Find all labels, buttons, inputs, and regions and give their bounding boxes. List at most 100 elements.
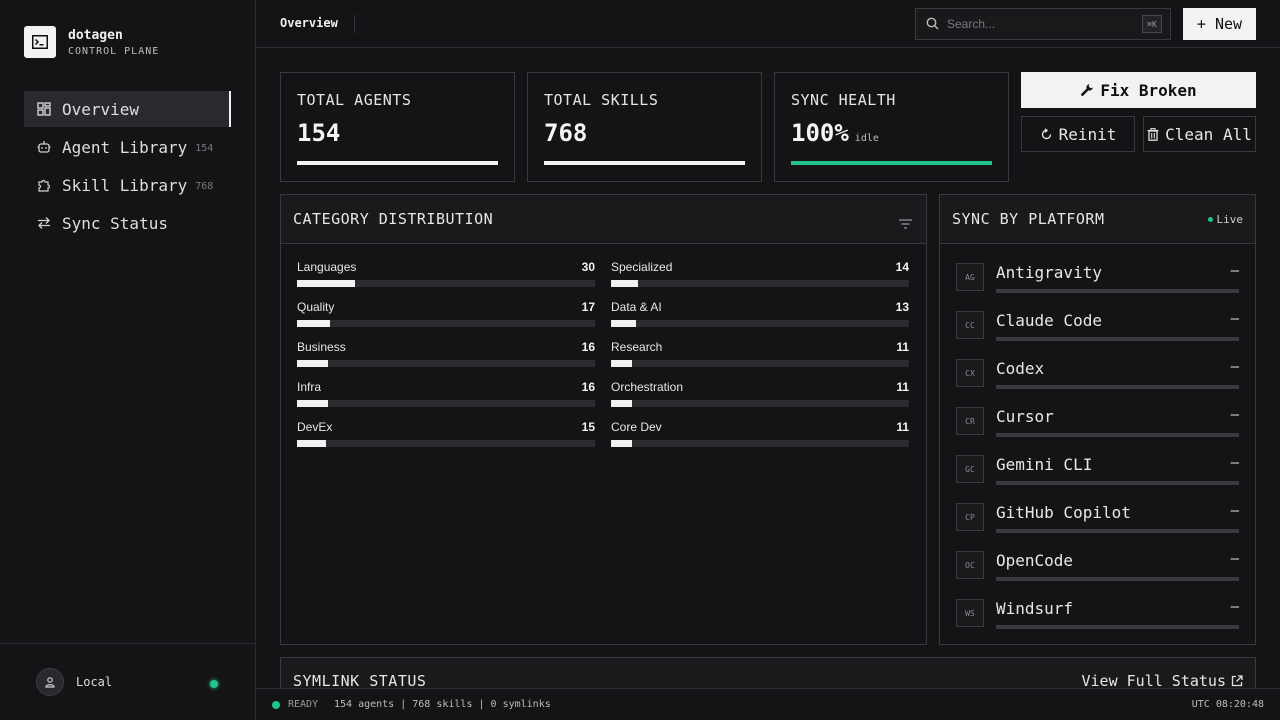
- category-count: 11: [896, 420, 909, 434]
- wrench-icon: [1080, 83, 1094, 97]
- category-count: 11: [896, 380, 909, 394]
- platform-code-badge: WS: [956, 599, 984, 627]
- category-bar-fill: [297, 320, 330, 327]
- category-name: Infra: [297, 380, 322, 394]
- search-box[interactable]: ⌘K: [915, 8, 1171, 40]
- platform-code-badge: CR: [956, 407, 984, 435]
- external-link-icon: [1231, 675, 1243, 687]
- platform-sync-bar: [996, 529, 1239, 533]
- sidebar-item-sync-status[interactable]: Sync Status: [24, 205, 231, 241]
- platform-sync-value: —: [1230, 263, 1239, 279]
- platform-name: Codex: [996, 359, 1045, 378]
- sidebar-item-label: Sync Status: [62, 213, 168, 233]
- category-bar: [297, 320, 595, 327]
- agent-count-badge: 154: [195, 143, 214, 154]
- stat-progress-bar: [791, 161, 992, 165]
- platform-row[interactable]: GC Gemini CLI —: [956, 453, 1239, 493]
- platform-row[interactable]: CP GitHub Copilot —: [956, 501, 1239, 541]
- category-bar: [297, 400, 595, 407]
- stat-progress-fill: [297, 161, 498, 165]
- platform-name: Gemini CLI: [996, 455, 1093, 474]
- platform-sync-bar: [996, 577, 1239, 581]
- platform-sync-bar: [996, 433, 1239, 437]
- platform-code-badge: AG: [956, 263, 984, 291]
- category-bar: [611, 440, 909, 447]
- stat-value: 154: [297, 119, 341, 147]
- search-icon: [926, 15, 939, 34]
- platform-code-badge: CP: [956, 503, 984, 531]
- category-count: 17: [581, 300, 595, 314]
- platform-row[interactable]: OC OpenCode —: [956, 549, 1239, 589]
- sort-icon[interactable]: [899, 214, 912, 233]
- new-button[interactable]: + New: [1183, 8, 1256, 40]
- ready-status-dot: [272, 701, 280, 709]
- status-summary: 154 agents | 768 skills | 0 symlinks: [334, 699, 551, 710]
- brand[interactable]: dotagen CONTROL PLANE: [24, 26, 159, 58]
- clean-all-button[interactable]: Clean All: [1143, 116, 1256, 152]
- platform-sync-bar: [996, 625, 1239, 629]
- page-title: Overview: [280, 16, 338, 30]
- sidebar-footer[interactable]: Local: [0, 643, 255, 720]
- platform-code-badge: OC: [956, 551, 984, 579]
- platform-name: GitHub Copilot: [996, 503, 1131, 522]
- reinit-button[interactable]: Reinit: [1021, 116, 1135, 152]
- stat-value: 768: [544, 119, 588, 147]
- search-input[interactable]: [947, 17, 1127, 31]
- category-bar-fill: [611, 440, 633, 447]
- category-count: 11: [896, 340, 909, 354]
- avatar[interactable]: [36, 668, 64, 696]
- sidebar-item-overview[interactable]: Overview: [24, 91, 231, 127]
- category-count: 15: [581, 420, 595, 434]
- sidebar-item-skill-library[interactable]: Skill Library 768: [24, 167, 231, 203]
- platform-row[interactable]: AG Antigravity —: [956, 261, 1239, 301]
- category-name: Languages: [297, 260, 357, 274]
- platform-name: OpenCode: [996, 551, 1074, 570]
- panel-title: SYNC BY PLATFORM: [952, 210, 1105, 228]
- platform-name: Antigravity: [996, 263, 1102, 282]
- category-bar: [611, 400, 909, 407]
- fix-broken-button[interactable]: Fix Broken: [1021, 72, 1256, 108]
- category-name: Quality: [297, 300, 335, 314]
- search-shortcut-badge: ⌘K: [1142, 15, 1162, 33]
- category-item: Orchestration 11: [611, 380, 909, 420]
- stat-label: SYNC HEALTH: [791, 91, 896, 109]
- platform-sync-value: —: [1230, 455, 1239, 471]
- platform-sync-bar: [996, 481, 1239, 485]
- refresh-icon: [1040, 127, 1053, 141]
- live-indicator: Live: [1207, 213, 1243, 226]
- category-bar-fill: [297, 360, 328, 367]
- platform-code-badge: GC: [956, 455, 984, 483]
- robot-icon: [36, 139, 52, 155]
- category-item: Specialized 14: [611, 260, 909, 300]
- arrows-swap-icon: [36, 215, 52, 231]
- platform-row[interactable]: WS Windsurf —: [956, 597, 1239, 637]
- reinit-label: Reinit: [1058, 124, 1117, 144]
- puzzle-icon: [36, 177, 52, 193]
- category-item: DevEx 15: [297, 420, 595, 460]
- platform-sync-bar: [996, 337, 1239, 341]
- sidebar-item-agent-library[interactable]: Agent Library 154: [24, 129, 231, 165]
- platform-row[interactable]: CX Codex —: [956, 357, 1239, 397]
- category-item: Core Dev 11: [611, 420, 909, 460]
- skill-count-badge: 768: [195, 181, 214, 192]
- stat-progress-bar: [544, 161, 745, 165]
- sidebar: dotagen CONTROL PLANE Overview Agent Lib…: [0, 0, 256, 720]
- category-name: DevEx: [297, 420, 333, 434]
- platform-row[interactable]: CR Cursor —: [956, 405, 1239, 445]
- stat-value: 100%: [791, 119, 849, 147]
- platform-row[interactable]: CC Claude Code —: [956, 309, 1239, 349]
- category-item: Research 11: [611, 340, 909, 380]
- platform-sync-value: —: [1230, 359, 1239, 375]
- category-item: Languages 30: [297, 260, 595, 300]
- stat-progress-bar: [297, 161, 498, 165]
- category-bar: [297, 280, 595, 287]
- category-name: Core Dev: [611, 420, 662, 434]
- brand-name: dotagen: [68, 27, 123, 43]
- platform-sync-value: —: [1230, 311, 1239, 327]
- sidebar-item-label: Overview: [62, 99, 140, 119]
- category-count: 13: [895, 300, 909, 314]
- sidebar-nav: Overview Agent Library 154 Skill Library…: [24, 91, 231, 243]
- platform-code-badge: CC: [956, 311, 984, 339]
- stat-card-total-agents: TOTAL AGENTS 154: [280, 72, 515, 182]
- category-name: Orchestration: [611, 380, 684, 394]
